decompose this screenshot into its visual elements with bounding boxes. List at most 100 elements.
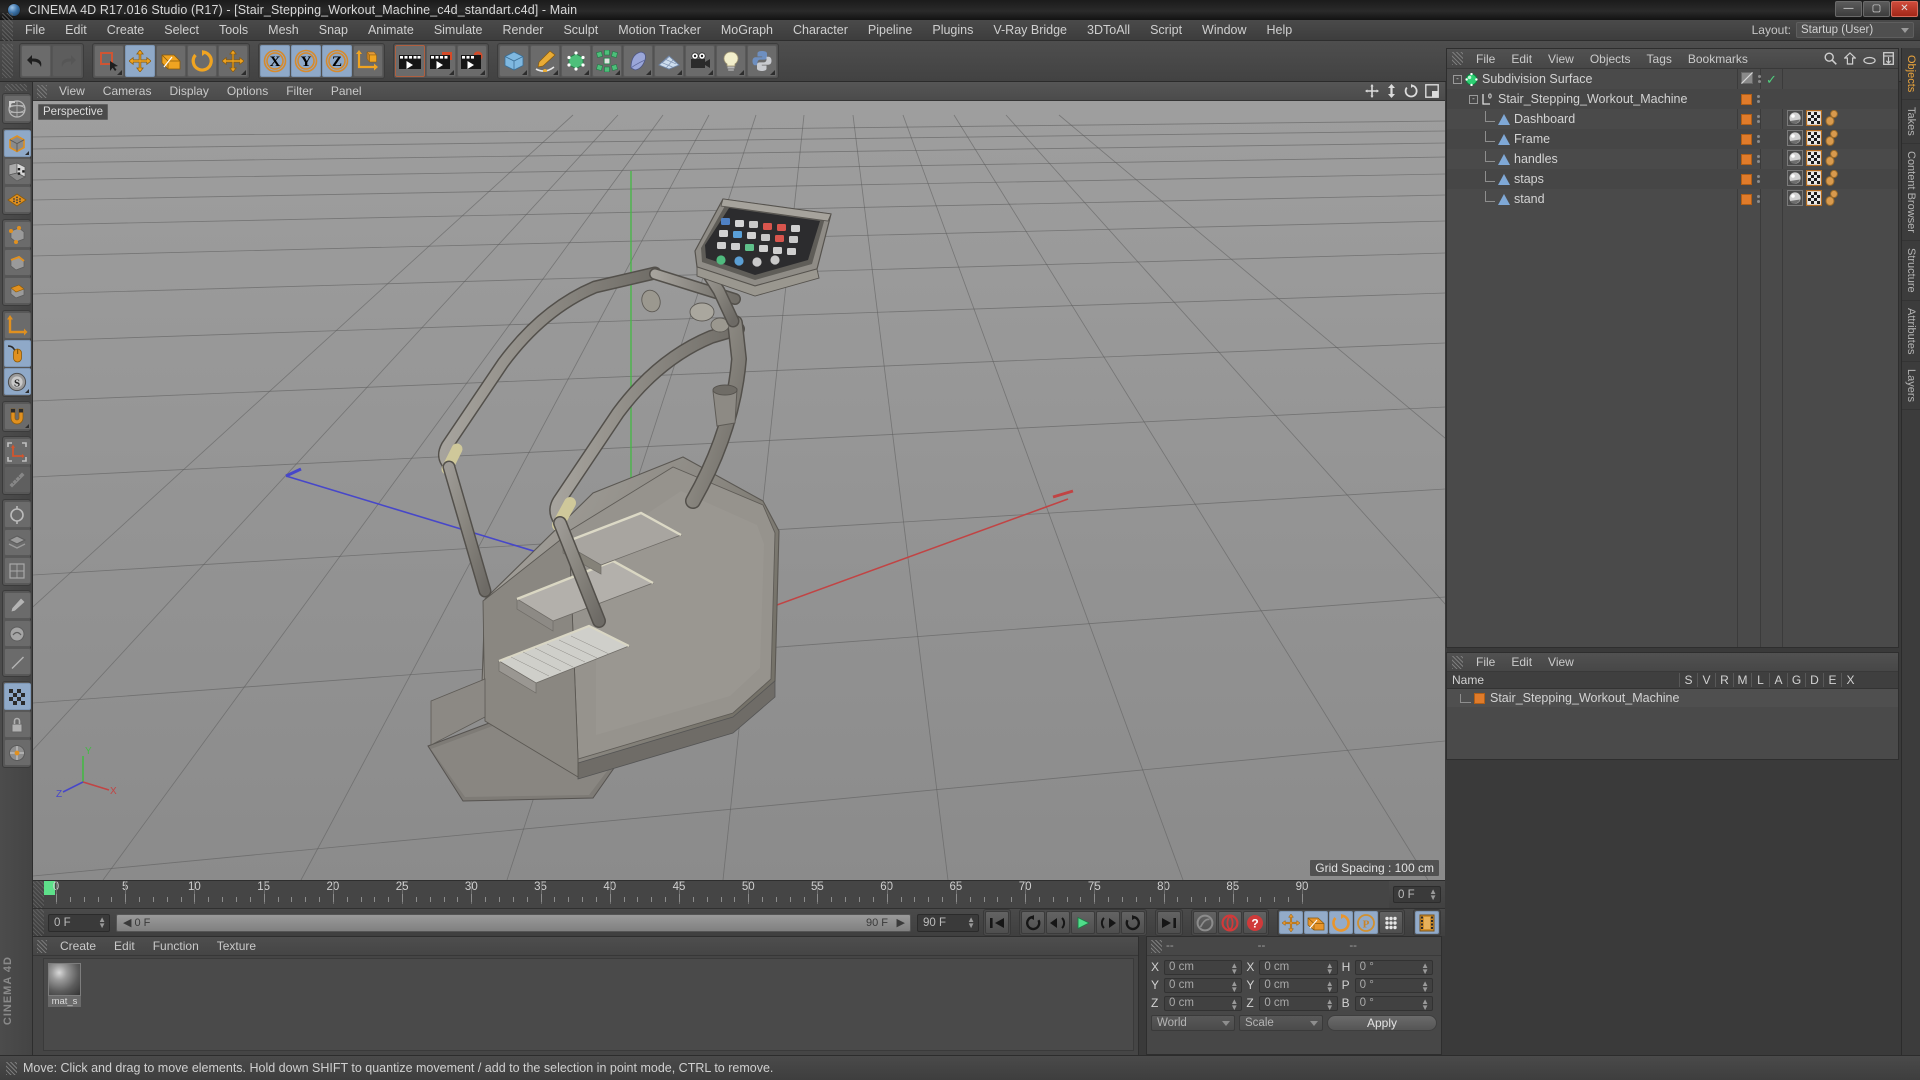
undo-view-button[interactable] [3, 95, 31, 122]
generator-button[interactable] [561, 45, 591, 77]
material-tag-icon[interactable] [1787, 189, 1803, 209]
object-tree[interactable]: - Subdivision Surface ✓ - 0 Stair_Steppi… [1447, 69, 1898, 647]
parameter-key-button[interactable]: P [1354, 911, 1378, 934]
measure-button[interactable] [3, 466, 31, 493]
scale-key-button[interactable] [1304, 911, 1328, 934]
objmgr-menu-file[interactable]: File [1468, 49, 1503, 69]
coordinate-system-select[interactable]: World [1151, 1015, 1235, 1031]
left-palette-grip[interactable] [5, 84, 27, 91]
menu-item-mesh[interactable]: Mesh [258, 20, 309, 41]
move-tool-button[interactable] [125, 45, 155, 77]
render-settings-button[interactable] [457, 45, 487, 77]
menu-item-render[interactable]: Render [492, 20, 553, 41]
polygons-mode-button[interactable] [3, 277, 31, 304]
layermgr-menu-view[interactable]: View [1540, 652, 1582, 672]
coordinate-mode-select[interactable]: Scale [1239, 1015, 1323, 1031]
sculpt-button[interactable] [3, 620, 31, 647]
material-item[interactable]: mat_s [48, 963, 81, 1007]
enable-dots-icon[interactable] [1757, 195, 1760, 203]
cube-primitive-button[interactable] [499, 45, 529, 77]
layermgr-menu-file[interactable]: File [1468, 652, 1503, 672]
light-button[interactable] [716, 45, 746, 77]
enable-axis-modification-button[interactable] [3, 340, 31, 367]
ellipse-icon[interactable] [1863, 53, 1876, 68]
workplane-lock-button[interactable] [3, 438, 31, 465]
spinner-icon[interactable]: ▲ ▼ [1421, 961, 1429, 975]
vertical-tab-attributes[interactable]: Attributes [1902, 301, 1920, 363]
object-color-swatch[interactable] [1741, 173, 1752, 185]
phong-tag-icon[interactable] [1825, 189, 1839, 209]
enable-dots-icon[interactable] [1757, 175, 1760, 183]
material-menu-function[interactable]: Function [144, 937, 208, 956]
viewport-menu-options[interactable]: Options [218, 82, 277, 101]
rotate-tool-button[interactable] [187, 45, 217, 77]
uvw-tag-icon[interactable] [1805, 169, 1823, 189]
vertical-tab-layers[interactable]: Layers [1902, 362, 1920, 411]
enable-dots-icon[interactable] [1757, 115, 1760, 123]
scene-floor-button[interactable] [654, 45, 684, 77]
material-tag-icon[interactable] [1787, 149, 1803, 169]
object-axis-button[interactable] [3, 312, 31, 339]
lock-button[interactable] [3, 711, 31, 738]
snap-magnet-button[interactable] [3, 403, 31, 430]
layer-button[interactable] [3, 529, 31, 556]
position-key-button[interactable] [1279, 911, 1303, 934]
up-level-icon[interactable] [1843, 52, 1857, 68]
material-thumbnail[interactable] [48, 963, 81, 996]
object-row[interactable]: staps [1447, 169, 1898, 189]
object-row[interactable]: - Subdivision Surface ✓ [1447, 69, 1898, 89]
layer-color-swatch[interactable] [1474, 692, 1485, 704]
menu-item-sculpt[interactable]: Sculpt [553, 20, 608, 41]
brush-button[interactable] [3, 592, 31, 619]
spinner-icon[interactable]: ▲ ▼ [1421, 997, 1429, 1011]
viewport-menu-grip[interactable] [37, 84, 47, 98]
model-mode-button[interactable] [3, 130, 31, 157]
soft-selection-button[interactable]: S [3, 368, 31, 395]
phong-tag-icon[interactable] [1825, 169, 1839, 189]
phong-tag-icon[interactable] [1825, 129, 1839, 149]
rotation-p-input[interactable]: 0 ° ▲ ▼ [1354, 977, 1433, 993]
object-color-swatch[interactable] [1741, 153, 1752, 165]
rotation-key-button[interactable] [1329, 911, 1353, 934]
coordinates-grip[interactable] [1151, 939, 1162, 953]
objmgr-menu-bookmarks[interactable]: Bookmarks [1680, 49, 1756, 69]
material-tag-icon[interactable] [1787, 129, 1803, 149]
viewport-menu-view[interactable]: View [50, 82, 94, 101]
status-grip[interactable] [6, 1061, 17, 1075]
rotation-h-input[interactable]: 0 ° ▲ ▼ [1354, 959, 1433, 975]
material-list[interactable]: mat_s [43, 958, 1134, 1051]
render-to-picture-viewer-button[interactable] [426, 45, 456, 77]
material-tag-icon[interactable] [1787, 109, 1803, 129]
spinner-icon[interactable]: ▲ ▼ [1230, 979, 1238, 993]
menu-item-help[interactable]: Help [1257, 20, 1303, 41]
dolly-icon[interactable] [1386, 84, 1397, 101]
timeline-frame-field[interactable]: 0 F ▲ ▼ [1393, 886, 1441, 903]
object-row[interactable]: handles [1447, 149, 1898, 169]
animbar-grip[interactable] [33, 909, 44, 936]
object-color-swatch[interactable] [1741, 193, 1752, 205]
uvw-tag-icon[interactable] [1805, 109, 1823, 129]
objmgr-menu-view[interactable]: View [1540, 49, 1582, 69]
spinner-icon[interactable]: ▲ ▼ [967, 915, 975, 929]
uvw-tag-icon[interactable] [1805, 189, 1823, 209]
size-z-input[interactable]: 0 cm ▲ ▼ [1259, 995, 1338, 1011]
vertical-tab-takes[interactable]: Takes [1902, 100, 1920, 145]
menu-item-window[interactable]: Window [1192, 20, 1256, 41]
pan-icon[interactable] [1365, 84, 1379, 101]
minimize-button[interactable]: — [1835, 1, 1862, 17]
spinner-icon[interactable]: ▲ ▼ [1326, 961, 1334, 975]
phong-tag-icon[interactable] [1825, 149, 1839, 169]
object-color-swatch[interactable] [1741, 93, 1752, 105]
timeline-ruler[interactable]: 051015202530354045505560657075808590 [44, 881, 1389, 908]
menu-item-animate[interactable]: Animate [358, 20, 424, 41]
previous-frame-button[interactable] [1046, 911, 1070, 934]
points-mode-button[interactable] [3, 221, 31, 248]
position-y-input[interactable]: 0 cm ▲ ▼ [1164, 977, 1243, 993]
go-to-start-button[interactable] [985, 911, 1009, 934]
texture-mode-button[interactable] [3, 158, 31, 185]
timeline-grip[interactable] [33, 881, 44, 908]
menu-item-v-ray-bridge[interactable]: V-Ray Bridge [983, 20, 1077, 41]
nav-button[interactable] [3, 739, 31, 766]
object-row[interactable]: Dashboard [1447, 109, 1898, 129]
world-object-coordinate-button[interactable] [353, 45, 383, 77]
